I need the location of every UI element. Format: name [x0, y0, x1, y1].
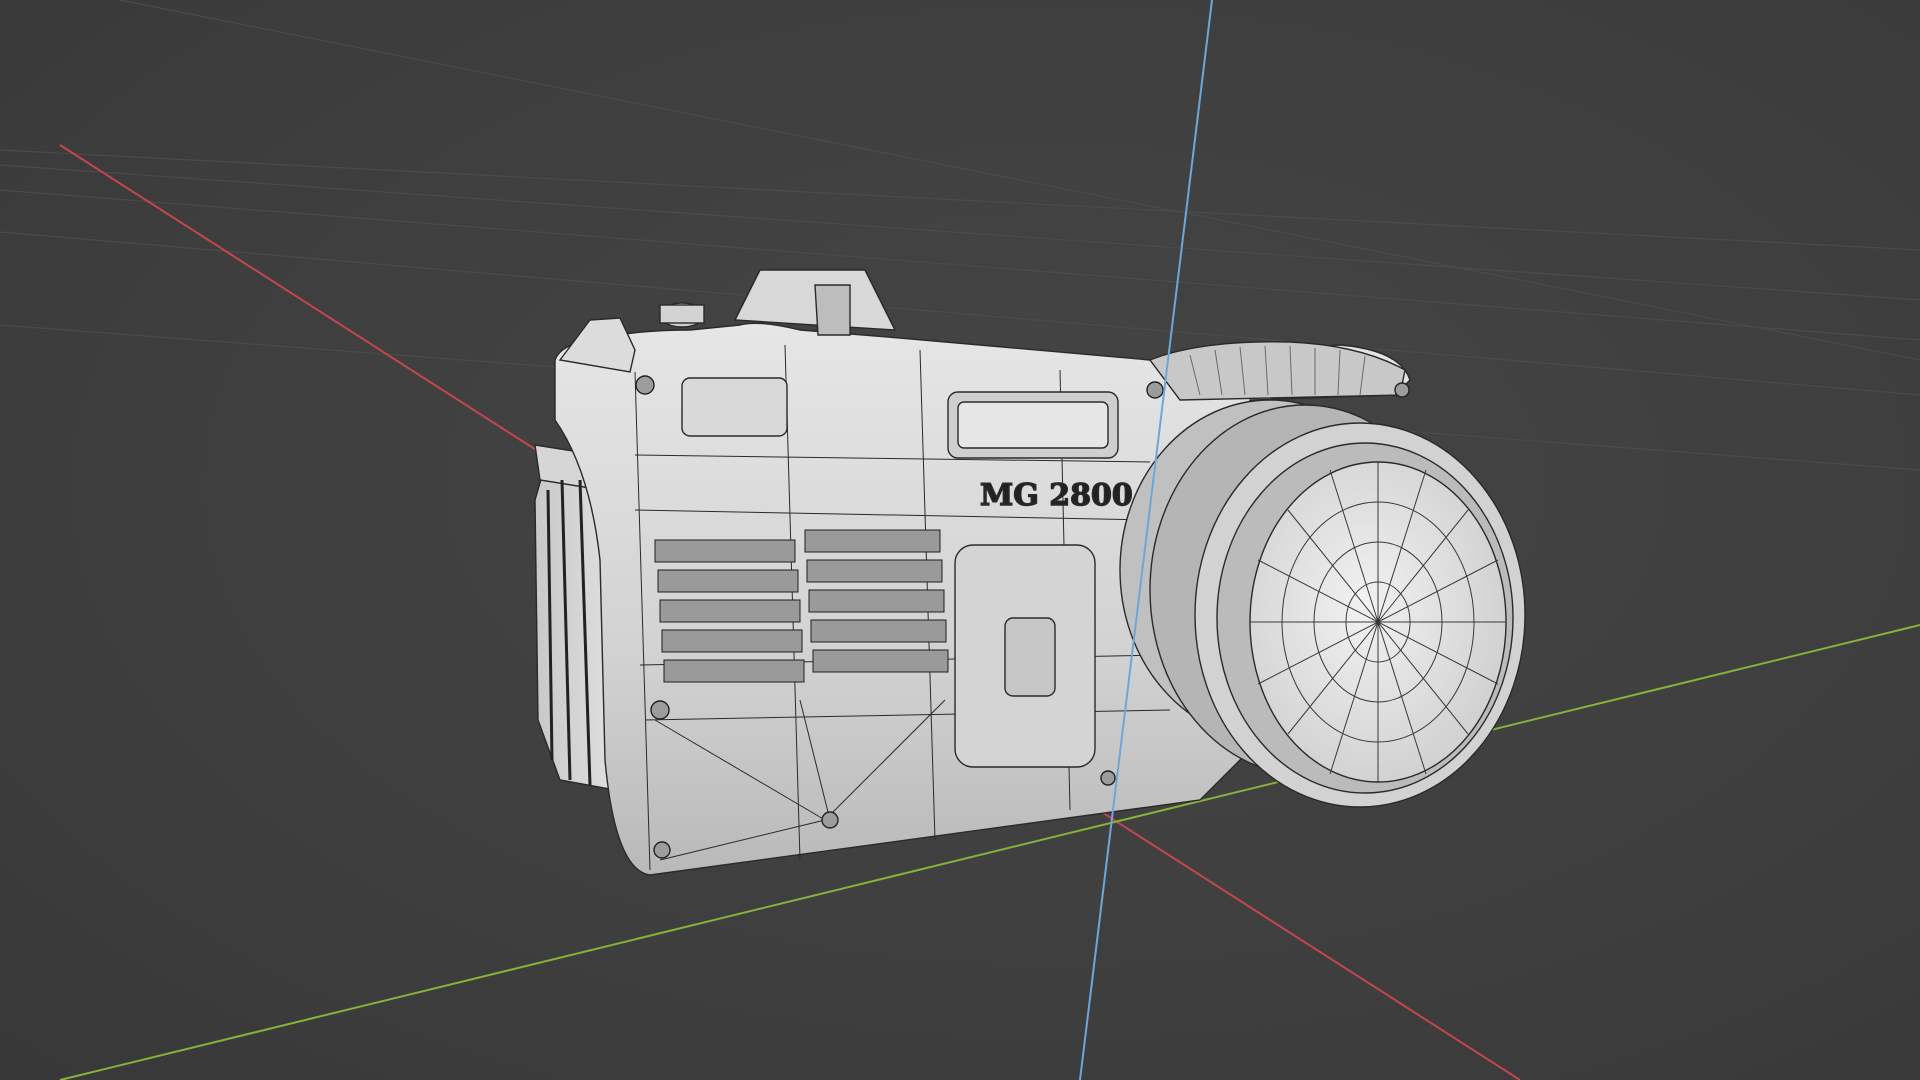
lens-wireframe: [1250, 462, 1506, 782]
camera-model[interactable]: MG 2800: [534, 269, 1526, 876]
shutter-button-base: [659, 304, 705, 324]
speaker-grille-right: [804, 529, 949, 673]
viewfinder-front-window: [681, 377, 788, 437]
flash-window-inner: [957, 401, 1109, 449]
viewfinder-hump: [733, 269, 897, 331]
3d-viewport[interactable]: MG 2800: [0, 0, 1920, 1080]
viewfinder-window: [814, 284, 851, 336]
viewport-scene[interactable]: MG 2800: [0, 0, 1920, 1080]
battery-door-latch[interactable]: [1004, 617, 1056, 697]
model-label: MG 2800: [980, 478, 1133, 513]
speaker-grille-left: [654, 539, 805, 683]
